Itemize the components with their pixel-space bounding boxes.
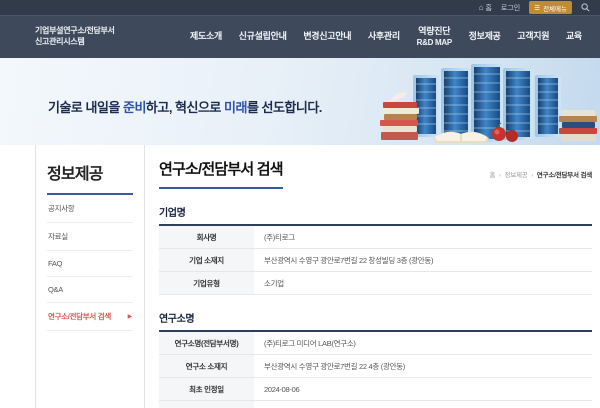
breadcrumb-current: 연구소/전담부서 검색 [537,172,592,179]
table-row: 연구분야 출판, 영상, 방송통신 및 정보서비스 [159,401,592,408]
breadcrumb-separator: › [531,172,533,179]
logo-line1: 기업부설연구소/전담부서 [35,26,160,37]
search-button[interactable] [581,3,590,12]
row-label: 기업 소재지 [159,249,254,272]
sidebar-title: 정보제공 [47,145,133,195]
nav-item-jeongbo[interactable]: 정보제공 [469,31,501,42]
nav-item-rnd-map-line2: R&D MAP [417,38,452,48]
home-icon: ⌂ [479,4,484,12]
row-label: 연구소명(전담부서명) [159,331,254,355]
nav-item-byeongyeong[interactable]: 변경신고안내 [303,31,351,42]
nav-item-gyoyuk[interactable]: 교육 [566,31,582,42]
sidebar-item-qna[interactable]: Q&A [47,277,133,303]
breadcrumb: 홈 › 정보제공 › 연구소/전담부서 검색 [489,169,592,189]
row-label: 최초 인정일 [159,378,254,401]
page-header: 연구소/전담부서 검색 홈 › 정보제공 › 연구소/전담부서 검색 [159,145,592,189]
row-label: 회사명 [159,225,254,249]
banner-slogan: 기술로 내일을 준비하고, 혁신으로 미래를 선도합니다. [48,97,322,116]
main-panel: 연구소/전담부서 검색 홈 › 정보제공 › 연구소/전담부서 검색 기업명 회… [159,145,592,408]
nav-item-jedosogae[interactable]: 제도소개 [190,31,222,42]
breadcrumb-jeongbo[interactable]: 정보제공 [504,172,527,179]
sidebar: 정보제공 공지사항 자료실 FAQ Q&A 연구소/전담부서 검색 ▶ [35,145,145,408]
nav-item-singyu[interactable]: 신규설립안내 [239,31,287,42]
login-link[interactable]: 로그인 [501,3,520,13]
utility-bar: ⌂ 홈 로그인 ☰ 전체메뉴 [0,0,600,15]
page-title: 연구소/전담부서 검색 [159,158,283,189]
main-nav: 기업부설연구소/전담부서 신고관리시스템 제도소개 신규설립안내 변경신고안내 … [0,15,600,58]
home-link[interactable]: ⌂ 홈 [479,3,492,13]
home-label: 홈 [485,3,491,13]
row-label: 기업유형 [159,272,254,295]
sidebar-item-lab-search[interactable]: 연구소/전담부서 검색 ▶ [47,303,133,331]
table-row: 기업유형 소기업 [159,272,592,295]
sidebar-item-archive[interactable]: 자료실 [47,223,133,251]
table-row: 회사명 (주)티로그 [159,225,592,249]
sidebar-item-notice[interactable]: 공지사항 [47,195,133,223]
row-value: 부산광역시 수영구 광안로7번길 22 창성빌딩 3층 (광안동) [254,249,592,272]
company-info-table: 회사명 (주)티로그 기업 소재지 부산광역시 수영구 광안로7번길 22 창성… [159,224,592,295]
company-section-title: 기업명 [159,204,592,219]
lab-section-title: 연구소명 [159,310,592,325]
row-value: 부산광역시 수영구 광안로7번길 22 4층 (광안동) [254,355,592,378]
row-value: (주)티로그 미디어 LAB(연구소) [254,331,592,355]
book-stack-right [559,110,597,141]
row-value: 소기업 [254,272,592,295]
table-row: 기업 소재지 부산광역시 수영구 광안로7번길 22 창성빌딩 3층 (광안동) [159,249,592,272]
nav-item-rnd-map-line1: 역량진단 [418,26,450,36]
server-books-illustration [375,60,600,145]
row-value: 출판, 영상, 방송통신 및 정보서비스 [254,401,592,408]
server-racks [413,64,561,142]
lab-info-table: 연구소명(전담부서명) (주)티로그 미디어 LAB(연구소) 연구소 소재지 … [159,330,592,408]
login-label: 로그인 [501,3,520,13]
breadcrumb-separator: › [499,172,501,179]
site-logo[interactable]: 기업부설연구소/전담부서 신고관리시스템 [35,26,160,48]
company-section: 기업명 회사명 (주)티로그 기업 소재지 부산광역시 수영구 광안로7번길 2… [159,204,592,295]
all-menu-label: 전체메뉴 [543,3,567,13]
nav-item-gogaek[interactable]: 고객지원 [517,31,549,42]
nav-item-sahu[interactable]: 사후관리 [368,31,400,42]
content-area: 정보제공 공지사항 자료실 FAQ Q&A 연구소/전담부서 검색 ▶ 연구소/… [0,145,600,408]
table-row: 최초 인정일 2024-08-06 [159,378,592,401]
hero-banner: 기술로 내일을 준비하고, 혁신으로 미래를 선도합니다. [0,58,600,145]
magnifier-icon [581,3,590,12]
nav-item-rnd-map[interactable]: 역량진단 R&D MAP [417,26,452,47]
nav-menu: 제도소개 신규설립안내 변경신고안내 사후관리 역량진단 R&D MAP 정보제… [190,26,582,47]
row-value: 2024-08-06 [254,378,592,401]
row-label: 연구소 소재지 [159,355,254,378]
active-arrow-icon: ▶ [128,313,132,320]
breadcrumb-home[interactable]: 홈 [489,172,495,179]
table-row: 연구소명(전담부서명) (주)티로그 미디어 LAB(연구소) [159,331,592,355]
row-label: 연구분야 [159,401,254,408]
lab-section: 연구소명 연구소명(전담부서명) (주)티로그 미디어 LAB(연구소) 연구소… [159,310,592,408]
hamburger-icon: ☰ [534,4,540,12]
sidebar-item-faq[interactable]: FAQ [47,251,133,277]
logo-line2: 신고관리시스템 [35,37,160,48]
all-menu-button[interactable]: ☰ 전체메뉴 [529,1,572,14]
row-value: (주)티로그 [254,225,592,249]
table-row: 연구소 소재지 부산광역시 수영구 광안로7번길 22 4층 (광안동) [159,355,592,378]
